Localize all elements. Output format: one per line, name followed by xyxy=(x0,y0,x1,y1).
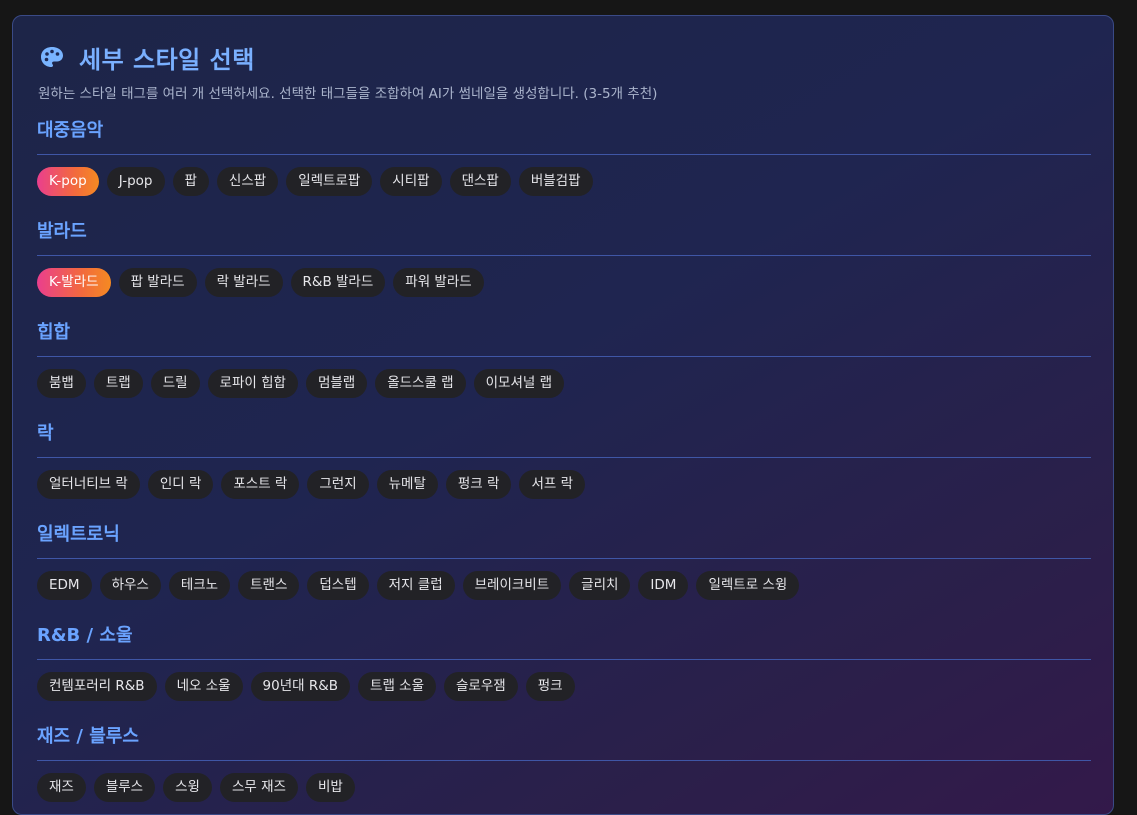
category-title: 재즈 / 블루스 xyxy=(37,726,139,747)
category-divider xyxy=(37,558,1091,559)
style-tag[interactable]: 펑크 xyxy=(525,672,575,701)
style-tag[interactable]: 일렉트로 스윙 xyxy=(696,571,800,600)
style-tag[interactable]: 트랜스 xyxy=(238,571,300,600)
style-tag[interactable]: 스무 재즈 xyxy=(219,773,298,802)
page-title: 세부 스타일 선택 xyxy=(79,45,255,74)
style-tag[interactable]: 드릴 xyxy=(150,369,200,398)
category-section: 락얼터너티브 락 인디 락 포스트 락 그런지 뉴메탈 펑크 락 서프 락 xyxy=(37,422,1091,499)
category-title: 힙합 xyxy=(37,322,71,343)
style-tag[interactable]: 포스트 락 xyxy=(221,470,300,499)
style-tag[interactable]: 트랩 xyxy=(93,369,143,398)
category-section: 대중음악 K-pop J-pop 팝 신스팝 일렉트로팝 시티팝 댄스팝 버블검팝 xyxy=(37,119,1091,196)
style-tag[interactable]: 붐뱁 xyxy=(37,369,86,398)
style-tag[interactable]: 스윙 xyxy=(163,773,212,802)
style-tag[interactable]: 슬로우잼 xyxy=(444,672,518,701)
category-section: 힙합붐뱁 트랩 드릴 로파이 힙합 멈블랩 올드스쿨 랩 이모셔널 랩 xyxy=(37,321,1091,398)
style-tag[interactable]: J-pop xyxy=(106,167,165,196)
style-tag[interactable]: 락 발라드 xyxy=(204,268,283,297)
tag-list: 붐뱁 트랩 드릴 로파이 힙합 멈블랩 올드스쿨 랩 이모셔널 랩 xyxy=(37,369,1091,398)
tag-list: 컨템포러리 R&B 네오 소울 90년대 R&B 트랩 소울 슬로우잼 펑크 xyxy=(37,672,1091,701)
category-divider xyxy=(37,457,1091,458)
style-tag[interactable]: 서프 락 xyxy=(519,470,586,499)
style-tag[interactable]: 파워 발라드 xyxy=(393,268,484,297)
category-section: 일렉트로닉 EDM 하우스 테크노 트랜스 덥스텝 저지 클럽 브레이크비트 글리치 IDM 일렉트… xyxy=(37,523,1091,600)
style-tag[interactable]: 네오 소울 xyxy=(164,672,243,701)
style-tag[interactable]: 댄스팝 xyxy=(449,167,511,196)
style-tag[interactable]: 컨템포러리 R&B xyxy=(37,672,157,701)
category-title: 발라드 xyxy=(37,221,87,242)
style-tag[interactable]: 비밥 xyxy=(305,773,355,802)
title-row: 세부 스타일 선택 xyxy=(39,41,255,74)
style-tag[interactable]: 올드스쿨 랩 xyxy=(375,369,466,398)
style-tag[interactable]: 저지 클럽 xyxy=(376,571,455,600)
style-tag[interactable]: IDM xyxy=(638,571,689,600)
style-tag[interactable]: 로파이 힙합 xyxy=(207,369,298,398)
style-tag[interactable]: 신스팝 xyxy=(216,167,279,196)
style-tag[interactable]: 일렉트로팝 xyxy=(286,167,373,196)
category-divider xyxy=(37,154,1091,155)
style-tag[interactable]: 90년대 R&B xyxy=(250,672,351,701)
style-selector-panel: 세부 스타일 선택 원하는 스타일 태그를 여러 개 선택하세요. 선택한 태그… xyxy=(12,15,1114,815)
style-tag[interactable]: 버블검팝 xyxy=(518,167,593,196)
category-section: R&B / 소울컨템포러리 R&B 네오 소울 90년대 R&B 트랩 소울 슬로우잼 펑… xyxy=(37,624,1091,701)
style-tag[interactable]: 덥스텝 xyxy=(307,571,369,600)
tag-list: 재즈 블루스 스윙 스무 재즈 비밥 xyxy=(37,773,1091,802)
style-tag[interactable]: 멈블랩 xyxy=(305,369,368,398)
tag-list: K-pop J-pop 팝 신스팝 일렉트로팝 시티팝 댄스팝 버블검팝 xyxy=(37,167,1091,196)
style-tag[interactable]: 그런지 xyxy=(307,470,369,499)
tag-list: 얼터너티브 락 인디 락 포스트 락 그런지 뉴메탈 펑크 락 서프 락 xyxy=(37,470,1091,499)
style-tag-selected[interactable]: K-발라드 xyxy=(37,268,111,297)
category-section: 재즈 / 블루스재즈 블루스 스윙 스무 재즈 비밥 xyxy=(37,725,1091,802)
style-tag[interactable]: 재즈 xyxy=(37,773,86,802)
style-tag[interactable]: 팝 발라드 xyxy=(118,268,197,297)
style-tag[interactable]: 테크노 xyxy=(168,571,231,600)
style-tag[interactable]: 뉴메탈 xyxy=(376,470,438,499)
style-tag[interactable]: R&B 발라드 xyxy=(290,268,386,297)
category-divider xyxy=(37,659,1091,660)
style-tag[interactable]: 브레이크비트 xyxy=(462,571,562,600)
style-tag-selected[interactable]: K-pop xyxy=(37,167,99,196)
style-tag[interactable]: 글리치 xyxy=(569,571,631,600)
style-tag[interactable]: 얼터너티브 락 xyxy=(37,470,140,499)
category-title: 락 xyxy=(37,423,54,444)
category-title: 일렉트로닉 xyxy=(37,524,120,545)
category-title: 대중음악 xyxy=(37,120,104,141)
style-tag[interactable]: 하우스 xyxy=(99,571,161,600)
style-tag[interactable]: 트랩 소울 xyxy=(358,672,437,701)
category-title: R&B / 소울 xyxy=(37,625,133,646)
palette-icon xyxy=(39,45,65,69)
style-tag[interactable]: 팝 xyxy=(172,167,209,196)
tag-list: EDM 하우스 테크노 트랜스 덥스텝 저지 클럽 브레이크비트 글리치 IDM 일렉트로 스윙 xyxy=(37,571,1091,600)
category-divider xyxy=(37,356,1091,357)
tag-list: K-발라드 팝 발라드 락 발라드 R&B 발라드 파워 발라드 xyxy=(37,268,1091,297)
category-section: 발라드 K-발라드 팝 발라드 락 발라드 R&B 발라드 파워 발라드 xyxy=(37,220,1091,297)
style-tag[interactable]: 시티팝 xyxy=(380,167,442,196)
style-tag[interactable]: 이모셔널 랩 xyxy=(473,369,565,398)
category-divider xyxy=(37,255,1091,256)
page-subtitle: 원하는 스타일 태그를 여러 개 선택하세요. 선택한 태그들을 조합하여 AI… xyxy=(38,86,658,102)
style-tag[interactable]: 인디 락 xyxy=(147,470,214,499)
style-tag[interactable]: EDM xyxy=(37,571,92,600)
style-tag[interactable]: 블루스 xyxy=(93,773,156,802)
style-tag[interactable]: 펑크 락 xyxy=(445,470,512,499)
category-divider xyxy=(37,760,1091,761)
